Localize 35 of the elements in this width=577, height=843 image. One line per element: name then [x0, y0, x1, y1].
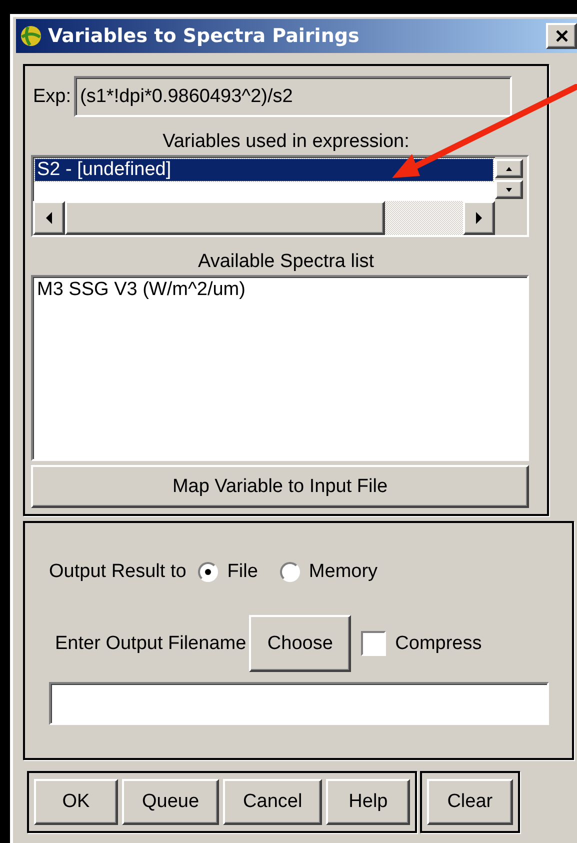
- scroll-thumb[interactable]: [65, 201, 385, 235]
- dialog-button[interactable]: OK: [34, 779, 118, 825]
- up-arrow-icon: [505, 166, 513, 172]
- list-item[interactable]: M3 SSG V3 (W/m^2/um): [35, 279, 525, 301]
- scroll-down-button[interactable]: [495, 180, 523, 199]
- scroll-up-button[interactable]: [495, 159, 523, 178]
- scroll-right-button[interactable]: [463, 201, 495, 235]
- list-box[interactable]: S2 - [undefined]: [31, 155, 529, 237]
- list-item[interactable]: S2 - [undefined]: [35, 159, 493, 181]
- close-icon: [554, 28, 570, 44]
- right-arrow-icon: [474, 211, 484, 225]
- output-label: Output Result to: [49, 561, 186, 583]
- scrollbar-corner: [495, 201, 527, 235]
- dialog-button[interactable]: Help: [326, 779, 410, 825]
- dialog-button[interactable]: Queue: [122, 779, 220, 825]
- list-box[interactable]: M3 SSG V3 (W/m^2/um): [31, 275, 529, 461]
- window-title: Variables to Spectra Pairings: [48, 25, 360, 47]
- dialog-button[interactable]: Cancel: [223, 779, 322, 825]
- close-button[interactable]: [546, 23, 577, 49]
- filename-label: Enter Output Filename: [55, 632, 246, 654]
- map-button[interactable]: Map Variable to Input File: [31, 465, 529, 508]
- globe-icon: [20, 25, 42, 47]
- left-arrow-icon: [44, 211, 54, 225]
- input-field[interactable]: [49, 682, 549, 725]
- list-caption: Available Spectra list: [196, 251, 376, 273]
- radio-button[interactable]: Memory: [280, 561, 378, 583]
- list-caption: Variables used in expression:: [162, 131, 410, 153]
- expression-label: Exp:: [33, 86, 72, 108]
- down-arrow-icon: [505, 186, 513, 192]
- expression-field: (s1*!dpi*0.9860493^2)/s2: [74, 76, 512, 117]
- scroll-left-button[interactable]: [33, 201, 65, 235]
- choose-button[interactable]: Choose: [249, 615, 352, 672]
- radio-button[interactable]: File: [198, 561, 258, 583]
- dialog-button[interactable]: Clear: [427, 779, 513, 825]
- checkbox[interactable]: Compress: [361, 631, 482, 656]
